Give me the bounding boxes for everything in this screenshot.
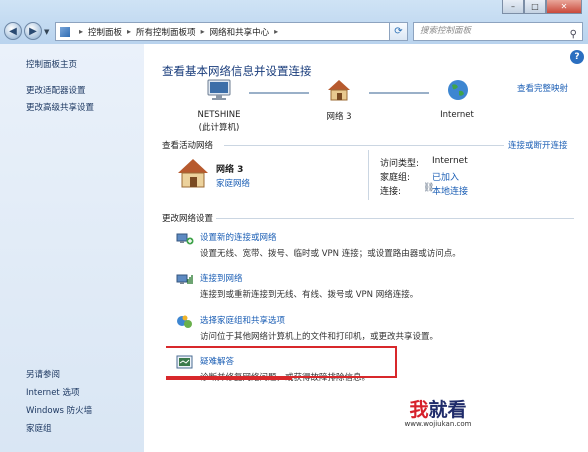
computer-icon	[207, 79, 231, 100]
sidebar-item-windows-firewall[interactable]: Windows 防火墙	[26, 404, 92, 416]
view-full-map-link[interactable]: 查看完整映射	[517, 82, 568, 94]
watermark-brand: 就看	[428, 399, 467, 421]
highlight-box	[166, 348, 397, 378]
address-toolbar: – □ ✕ ◀ ▶ ▼ ▸ 控制面板 ▸ 所有控制面板项 ▸ 网络和共享中心 ▸…	[0, 0, 588, 44]
vertical-divider	[368, 150, 369, 200]
sidebar-item-control-panel-home[interactable]: 控制面板主页	[26, 58, 77, 70]
connect-disconnect-link[interactable]: 连接或断开连接	[508, 139, 568, 151]
setup-new-connection-link[interactable]: 设置新的连接或网络	[200, 231, 277, 243]
computer-name: NETSHINE	[197, 110, 241, 120]
local-connection-link[interactable]: 本地连接	[432, 184, 468, 197]
breadcrumb-all-items[interactable]: 所有控制面板项	[136, 26, 196, 38]
watermark-url: www.wojiukan.com	[404, 420, 472, 428]
control-panel-icon	[60, 26, 70, 37]
access-type-value: Internet	[432, 156, 468, 166]
access-type-label: 访问类型:	[380, 159, 420, 169]
homegroup-sharing-icon	[177, 315, 192, 328]
breadcrumb-control-panel[interactable]: 控制面板	[88, 26, 122, 38]
globe-icon	[448, 80, 468, 100]
minimize-button[interactable]: –	[502, 0, 524, 14]
chevron-right-icon: ▸	[274, 27, 279, 36]
connect-to-network-desc: 连接到或重新连接到无线、有线、拨号或 VPN 网络连接。	[200, 290, 419, 300]
sidebar-item-internet-options[interactable]: Internet 选项	[26, 386, 79, 398]
connection-line	[249, 92, 309, 94]
connection-line	[369, 92, 429, 94]
close-button[interactable]: ✕	[546, 0, 582, 14]
watermark-brand-accent: 我	[409, 399, 429, 421]
sidebar-item-homegroup[interactable]: 家庭组	[26, 422, 52, 434]
search-placeholder: 搜索控制面板	[420, 26, 472, 36]
chevron-right-icon: ▸	[200, 27, 205, 36]
internet-node-label: Internet	[440, 110, 474, 120]
main-content: ? 查看基本网络信息并设置连接 查看完整映射 NETSHINE (此计算机) 网…	[144, 44, 588, 452]
new-connection-icon	[176, 233, 194, 245]
connections-label: 连接:	[380, 187, 402, 197]
search-icon[interactable]: ⚲	[570, 26, 577, 43]
sidebar-item-adapter-settings[interactable]: 更改适配器设置	[26, 84, 86, 96]
refresh-button[interactable]: ⟳	[389, 22, 408, 41]
active-networks-title: 查看活动网络	[162, 141, 214, 151]
network-node-label: 网络 3	[326, 112, 352, 122]
change-settings-title: 更改网络设置	[162, 214, 214, 224]
computer-subtitle: (此计算机)	[198, 123, 240, 133]
help-icon[interactable]: ?	[570, 50, 584, 64]
page-title: 查看基本网络信息并设置连接	[162, 64, 312, 78]
chevron-right-icon: ▸	[79, 27, 84, 36]
recent-pages-dropdown-icon[interactable]: ▼	[44, 28, 49, 36]
maximize-button[interactable]: □	[524, 0, 546, 14]
window-controls: – □ ✕	[502, 0, 582, 14]
watermark: 我就看 www.wojiukan.com	[382, 395, 494, 428]
homegroup-sharing-link[interactable]: 选择家庭组和共享选项	[200, 314, 285, 326]
section-divider	[216, 218, 574, 219]
forward-button[interactable]: ▶	[24, 22, 42, 40]
house-icon	[328, 80, 350, 101]
see-also-heading: 另请参阅	[26, 370, 61, 380]
back-button[interactable]: ◀	[4, 22, 22, 40]
home-network-icon	[178, 159, 208, 188]
sidebar-item-advanced-sharing[interactable]: 更改高级共享设置	[26, 101, 94, 113]
connect-to-network-link[interactable]: 连接到网络	[200, 272, 243, 284]
section-divider	[224, 145, 504, 146]
homegroup-joined-link[interactable]: 已加入	[432, 170, 459, 183]
active-network-name: 网络 3	[216, 165, 244, 175]
chevron-right-icon: ▸	[127, 27, 132, 36]
network-type-link[interactable]: 家庭网络	[216, 177, 250, 189]
connect-network-icon	[176, 274, 193, 284]
homegroup-label: 家庭组:	[380, 173, 411, 183]
sidebar: 控制面板主页 更改适配器设置 更改高级共享设置 另请参阅 Internet 选项…	[0, 44, 144, 452]
breadcrumb-network-center[interactable]: 网络和共享中心	[210, 26, 270, 38]
search-input[interactable]: 搜索控制面板 ⚲	[413, 22, 583, 41]
highlight-box-bottom	[166, 378, 292, 380]
setup-new-connection-desc: 设置无线、宽带、拨号、临时或 VPN 连接；或设置路由器或访问点。	[200, 249, 461, 259]
address-bar[interactable]: ▸ 控制面板 ▸ 所有控制面板项 ▸ 网络和共享中心 ▸ ▼	[55, 22, 407, 41]
homegroup-sharing-desc: 访问位于其他网络计算机上的文件和打印机，或更改共享设置。	[200, 332, 439, 342]
